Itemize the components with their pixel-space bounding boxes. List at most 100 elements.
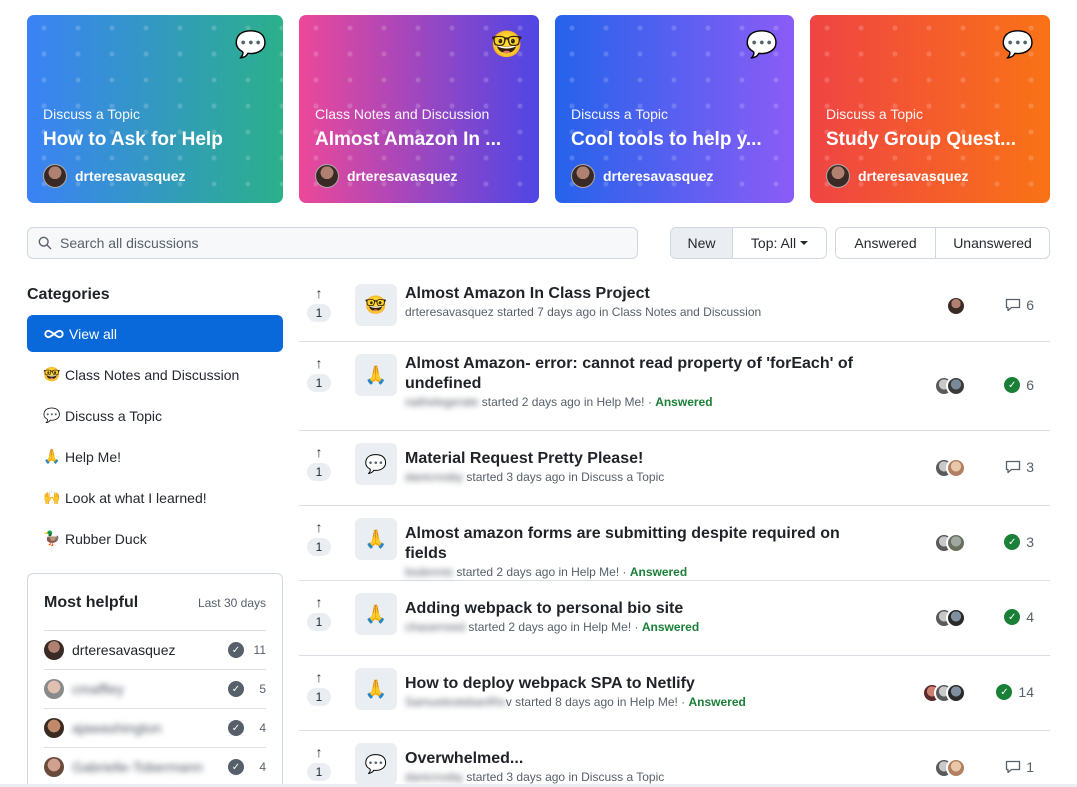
sort-top-label: Top: All [750, 235, 797, 251]
comment-count: 1 [1005, 759, 1034, 775]
helpful-count: 5 [259, 682, 266, 696]
discussion-title[interactable]: Material Request Pretty Please! [405, 449, 875, 469]
discussion-title[interactable]: Almost Amazon In Class Project [405, 284, 875, 304]
count-value: 1 [1026, 759, 1034, 775]
discussion-row[interactable]: ↑ 1 💬 Overwhelmed... danicrosby started 3… [299, 731, 1050, 787]
speech-balloon-icon: 💬 [1001, 29, 1034, 59]
avatar [946, 758, 966, 778]
discussion-title[interactable]: How to deploy webpack SPA to Netlify [405, 674, 875, 694]
discussion-author[interactable]: danicrosby [405, 470, 463, 484]
discussion-author[interactable]: nathelegerate [405, 395, 478, 409]
discussion-row[interactable]: ↑ 1 🙏 How to deploy webpack SPA to Netlif… [299, 656, 1050, 731]
helpful-user-row[interactable]: cmaffley ✓ 5 [44, 669, 266, 708]
helpful-user-name[interactable]: cmaffley [72, 681, 228, 697]
author-name: drteresavasquez [347, 168, 458, 184]
avatar [826, 164, 850, 188]
upvote-button[interactable]: ↑ 1 [307, 520, 331, 556]
answer-filter: Answered Unanswered [835, 227, 1050, 259]
sort-top-dropdown[interactable]: Top: All [733, 228, 826, 258]
card-category: Class Notes and Discussion [315, 106, 490, 122]
nerd-face-icon: 🤓 [490, 29, 523, 59]
discussion-title[interactable]: Almost Amazon- error: cannot read proper… [405, 354, 865, 394]
category-discuss-topic[interactable]: 💬 Discuss a Topic [27, 397, 283, 434]
card-author[interactable]: drteresavasquez [826, 164, 969, 188]
helpful-user-row[interactable]: ajawashington ✓ 4 [44, 708, 266, 747]
sort-toggle: New Top: All [670, 227, 827, 259]
comment-count: 6 [1005, 297, 1034, 313]
discussion-title[interactable]: Overwhelmed... [405, 749, 875, 769]
search-input[interactable] [60, 235, 620, 251]
card-author[interactable]: drteresavasquez [315, 164, 458, 188]
helpful-user-name[interactable]: Gabrielle-Tobermann [72, 759, 228, 775]
most-helpful-title: Most helpful [44, 594, 139, 611]
category-view-all[interactable]: View all [27, 315, 283, 352]
discussion-author[interactable]: chaserreed [405, 620, 465, 634]
avatar [571, 164, 595, 188]
count-value: 4 [1026, 609, 1034, 625]
upvote-button[interactable]: ↑ 1 [307, 356, 331, 392]
category-class-notes[interactable]: 🤓 Class Notes and Discussion [27, 356, 283, 393]
discussion-body: Material Request Pretty Please! danicros… [405, 449, 875, 486]
discussion-author[interactable]: bsdennis [405, 565, 453, 579]
discussion-author[interactable]: danicrosby [405, 770, 463, 784]
discussion-row[interactable]: ↑ 1 💬 Material Request Pretty Please! dan… [299, 431, 1050, 506]
participants [934, 376, 966, 396]
discussion-meta: chaserreed started 2 days ago in Help Me… [405, 619, 875, 636]
card-title[interactable]: Almost Amazon In ... [315, 128, 523, 152]
infinity-icon [44, 329, 64, 338]
most-helpful-header: Most helpful Last 30 days [44, 574, 266, 630]
upvote-button[interactable]: ↑ 1 [307, 670, 331, 706]
discussion-body: Overwhelmed... danicrosby started 3 days… [405, 749, 875, 786]
discussion-title[interactable]: Almost amazon forms are submitting despi… [405, 524, 875, 564]
featured-card[interactable]: 💬 Discuss a Topic Cool tools to help y..… [555, 15, 794, 203]
avatar [43, 164, 67, 188]
upvote-button[interactable]: ↑ 1 [307, 286, 331, 322]
unanswered-filter-button[interactable]: Unanswered [936, 228, 1049, 258]
discussion-row[interactable]: ↑ 1 🙏 Almost amazon forms are submitting … [299, 506, 1050, 581]
card-title[interactable]: How to Ask for Help [43, 128, 267, 152]
featured-card[interactable]: 💬 Discuss a Topic Study Group Quest... d… [810, 15, 1050, 203]
category-label: Discuss a Topic [65, 407, 163, 424]
answered-label: Answered [688, 695, 746, 709]
discussion-row[interactable]: ↑ 1 🤓 Almost Amazon In Class Project drte… [299, 272, 1050, 342]
discussion-list: ↑ 1 🤓 Almost Amazon In Class Project drte… [299, 272, 1050, 787]
discussion-author[interactable]: drteresavasquez [405, 305, 494, 319]
card-author[interactable]: drteresavasquez [571, 164, 714, 188]
arrow-up-icon: ↑ [315, 744, 323, 760]
featured-card[interactable]: 🤓 Class Notes and Discussion Almost Amaz… [299, 15, 539, 203]
upvote-button[interactable]: ↑ 1 [307, 745, 331, 781]
card-category: Discuss a Topic [43, 106, 141, 122]
featured-card[interactable]: 💬 Discuss a Topic How to Ask for Help dr… [27, 15, 283, 203]
discussion-meta: SamuelestebanRivv started 8 days ago in … [405, 694, 875, 711]
check-circle-icon: ✓ [1004, 609, 1021, 625]
helpful-user-row[interactable]: Gabrielle-Tobermann ✓ 4 [44, 747, 266, 786]
category-look-what-i-learned[interactable]: 🙌 Look at what I learned! [27, 479, 283, 516]
helpful-user-name[interactable]: ajawashington [72, 720, 228, 736]
check-circle-icon: ✓ [996, 684, 1013, 700]
discussion-title[interactable]: Adding webpack to personal bio site [405, 599, 875, 619]
helpful-user-name[interactable]: drteresavasquez [72, 642, 228, 658]
upvote-button[interactable]: ↑ 1 [307, 595, 331, 631]
helpful-user-row[interactable]: drteresavasquez ✓ 11 [44, 630, 266, 669]
count-value: 3 [1026, 534, 1034, 550]
search-box[interactable] [27, 227, 638, 259]
author-name: drteresavasquez [858, 168, 969, 184]
author-name: drteresavasquez [603, 168, 714, 184]
discussion-body: Almost Amazon In Class Project drteresav… [405, 284, 875, 321]
category-rubber-duck[interactable]: 🦆 Rubber Duck [27, 520, 283, 557]
check-circle-icon: ✓ [1004, 377, 1021, 393]
card-title[interactable]: Study Group Quest... [826, 128, 1034, 152]
discussion-started: started 2 days ago in Help Me! · [456, 565, 627, 579]
discussion-row[interactable]: ↑ 1 🙏 Almost Amazon- error: cannot read p… [299, 342, 1050, 431]
helpful-count: 11 [253, 643, 266, 657]
card-title[interactable]: Cool tools to help y... [571, 128, 778, 152]
check-circle-icon: ✓ [228, 720, 244, 736]
answered-filter-button[interactable]: Answered [836, 228, 936, 258]
category-help-me[interactable]: 🙏 Help Me! [27, 438, 283, 475]
discussion-row[interactable]: ↑ 1 🙏 Adding webpack to personal bio site… [299, 581, 1050, 656]
card-author[interactable]: drteresavasquez [43, 164, 186, 188]
sort-new-button[interactable]: New [671, 228, 733, 258]
discussion-author[interactable]: SamuelestebanRiv [405, 695, 506, 709]
upvote-button[interactable]: ↑ 1 [307, 445, 331, 481]
category-label: Help Me! [65, 448, 122, 465]
